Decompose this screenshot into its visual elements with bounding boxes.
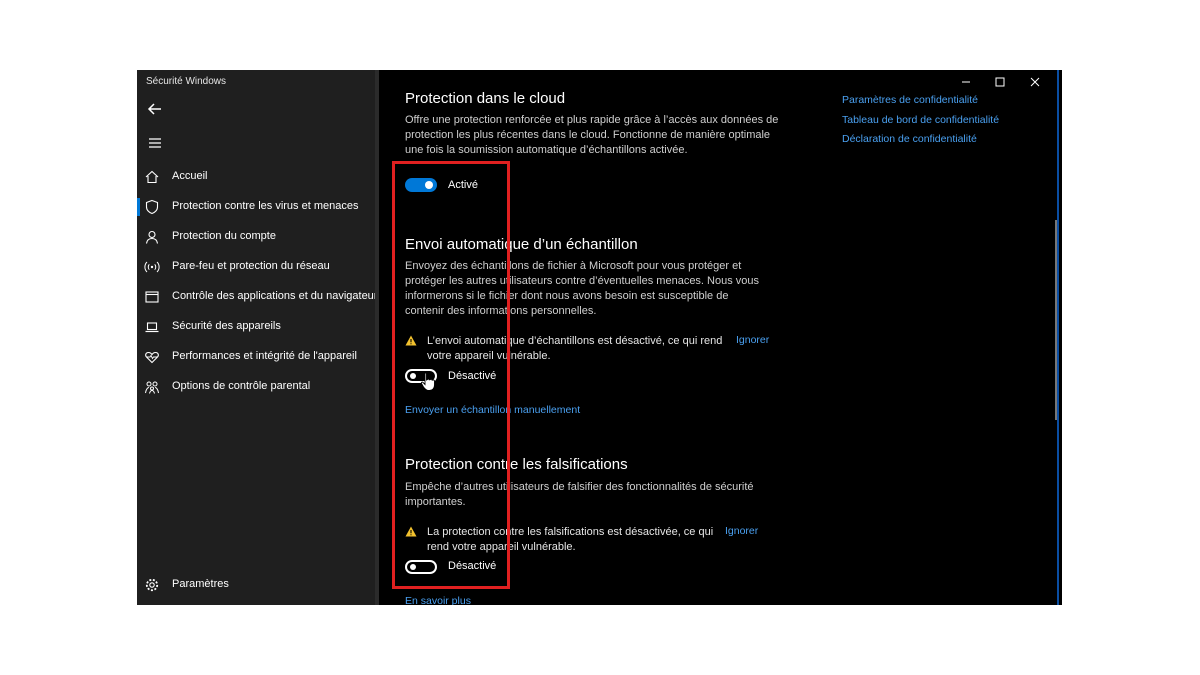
sidebar-item-label: Protection contre les virus et menaces [172, 200, 359, 212]
window-edge [1057, 70, 1059, 605]
sidebar-item-family-options[interactable]: Options de contrôle parental [137, 372, 375, 402]
laptop-icon [145, 322, 159, 333]
wifi-signal-icon [144, 261, 160, 273]
shield-icon [145, 199, 159, 215]
windows-security-window: Sécurité Windows Accueil Protection cont… [137, 70, 1062, 605]
family-icon [145, 381, 159, 394]
privacy-statement-link[interactable]: Déclaration de confidentialité [842, 133, 977, 145]
sidebar-item-label: Pare-feu et protection du réseau [172, 260, 330, 272]
sidebar-item-label: Performances et intégrité de l'appareil [172, 350, 357, 362]
maximize-icon[interactable] [985, 74, 1015, 90]
browser-window-icon [145, 291, 159, 303]
cloud-protection-title: Protection dans le cloud [405, 90, 566, 107]
hamburger-menu-icon[interactable] [142, 132, 168, 154]
back-arrow-icon[interactable] [142, 98, 168, 120]
sidebar: Sécurité Windows Accueil Protection cont… [137, 70, 378, 605]
sidebar-item-device-performance[interactable]: Performances et intégrité de l'appareil [137, 342, 375, 372]
ignore-tamper-warning-link[interactable]: Ignorer [725, 525, 758, 537]
sidebar-item-settings[interactable]: Paramètres [137, 570, 375, 600]
sidebar-item-label: Protection du compte [172, 230, 276, 242]
gear-icon [145, 578, 159, 592]
minimize-icon[interactable] [951, 74, 981, 90]
window-title: Sécurité Windows [146, 76, 227, 87]
heart-icon [145, 351, 159, 364]
close-icon[interactable] [1020, 74, 1050, 90]
sidebar-item-label: Accueil [172, 170, 208, 182]
learn-more-link[interactable]: En savoir plus [405, 595, 471, 605]
privacy-settings-link[interactable]: Paramètres de confidentialité [842, 94, 978, 106]
annotation-highlight-box [392, 161, 510, 589]
sidebar-item-device-security[interactable]: Sécurité des appareils [137, 312, 375, 342]
privacy-dashboard-link[interactable]: Tableau de bord de confidentialité [842, 114, 999, 126]
sidebar-item-label: Paramètres [172, 578, 229, 590]
hand-cursor-icon [420, 372, 435, 391]
ignore-sample-warning-link[interactable]: Ignorer [736, 334, 769, 346]
sidebar-item-virus-protection[interactable]: Protection contre les virus et menaces [137, 192, 375, 222]
sidebar-item-account-protection[interactable]: Protection du compte [137, 222, 375, 252]
sidebar-item-label: Sécurité des appareils [172, 320, 281, 332]
sidebar-item-home[interactable]: Accueil [137, 162, 375, 192]
sidebar-item-app-browser-control[interactable]: Contrôle des applications et du navigate… [137, 282, 378, 312]
person-icon [145, 230, 159, 244]
sidebar-item-firewall[interactable]: Pare-feu et protection du réseau [137, 252, 375, 282]
home-icon [145, 170, 159, 184]
sidebar-item-label: Options de contrôle parental [172, 380, 311, 392]
sidebar-item-label: Contrôle des applications et du navigate… [172, 290, 378, 302]
cloud-protection-description: Offre une protection renforcée et plus r… [405, 114, 779, 156]
